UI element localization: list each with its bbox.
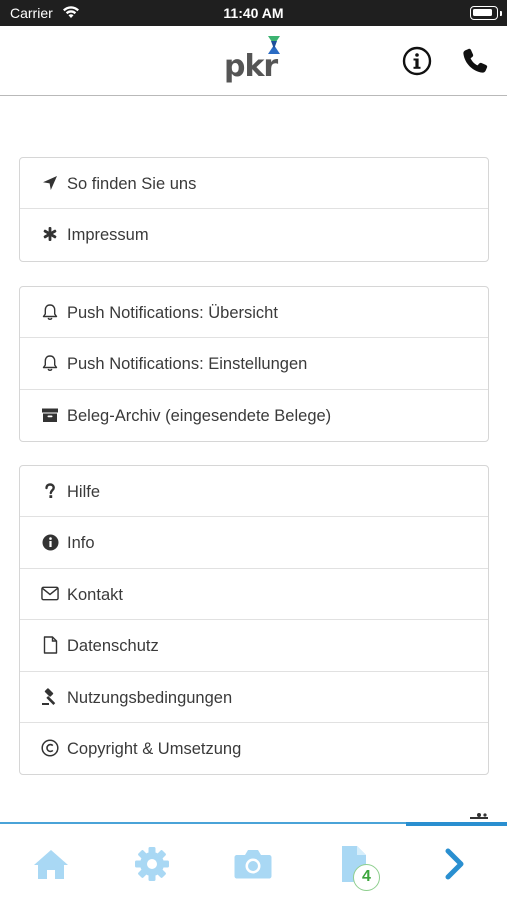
menu-item-copyright[interactable]: Copyright & Umsetzung bbox=[20, 723, 488, 774]
info-icon bbox=[41, 533, 59, 551]
menu-group-location: So finden Sie uns Impressum bbox=[19, 157, 489, 262]
menu-group-notifications: Push Notifications: Übersicht Push Notif… bbox=[19, 286, 489, 443]
archive-icon bbox=[41, 406, 59, 424]
bell-icon bbox=[41, 303, 59, 321]
gear-icon bbox=[135, 847, 169, 881]
menu-item-label: Impressum bbox=[67, 226, 149, 245]
progress-indicator bbox=[406, 822, 507, 826]
battery-icon bbox=[470, 6, 498, 20]
menu-item-push-einstellungen[interactable]: Push Notifications: Einstellungen bbox=[20, 338, 488, 390]
menu-item-label: Push Notifications: Übersicht bbox=[67, 304, 278, 322]
clock: 11:40 AM bbox=[223, 5, 284, 21]
menu-item-so-finden-sie-uns[interactable]: So finden Sie uns bbox=[20, 158, 488, 210]
asterisk-icon bbox=[41, 225, 59, 243]
envelope-icon bbox=[41, 585, 59, 603]
file-icon bbox=[41, 636, 59, 654]
phone-button[interactable] bbox=[460, 46, 490, 76]
menu-item-hilfe[interactable]: Hilfe bbox=[20, 466, 488, 518]
pkr-logo: pkr bbox=[224, 36, 288, 86]
menu-item-label: Push Notifications: Einstellungen bbox=[67, 355, 308, 374]
copyright-icon bbox=[41, 739, 59, 757]
camera-icon bbox=[234, 850, 272, 879]
menu-item-datenschutz[interactable]: Datenschutz bbox=[20, 620, 488, 672]
logo-text: pkr bbox=[224, 49, 278, 84]
phone-icon bbox=[463, 48, 488, 73]
menu-item-beleg-archiv[interactable]: Beleg-Archiv (eingesendete Belege) bbox=[20, 390, 488, 441]
location-arrow-icon bbox=[41, 174, 59, 192]
tab-settings[interactable] bbox=[132, 844, 172, 884]
menu-item-impressum[interactable]: Impressum bbox=[20, 209, 488, 260]
menu-item-label: Datenschutz bbox=[67, 637, 159, 656]
chevron-right-icon bbox=[445, 848, 464, 880]
handle-icon bbox=[470, 813, 488, 819]
menu-item-label: Hilfe bbox=[67, 483, 101, 501]
home-icon bbox=[34, 850, 68, 879]
nav-bar: pkr bbox=[0, 26, 507, 96]
menu-item-label: Info bbox=[67, 534, 95, 553]
tab-camera[interactable] bbox=[233, 844, 273, 884]
gavel-icon bbox=[41, 687, 59, 706]
menu-item-label: So finden Sie uns bbox=[67, 175, 197, 193]
tab-bar: 4 bbox=[0, 813, 507, 900]
menu-item-info[interactable]: Info bbox=[20, 517, 488, 569]
status-bar: Carrier 11:40 AM bbox=[0, 0, 507, 26]
tab-next[interactable] bbox=[435, 844, 475, 884]
menu-group-info: Hilfe Info Kontakt Datenschutz Nutzungsb… bbox=[19, 465, 489, 776]
menu-item-nutzungsbedingungen[interactable]: Nutzungsbedingungen bbox=[20, 672, 488, 723]
menu-content: So finden Sie uns Impressum Push Notific… bbox=[0, 96, 507, 822]
info-circle-icon bbox=[402, 46, 432, 76]
menu-item-push-uebersicht[interactable]: Push Notifications: Übersicht bbox=[20, 287, 488, 339]
menu-item-label: Copyright & Umsetzung bbox=[67, 739, 242, 758]
tab-home[interactable] bbox=[31, 844, 71, 884]
battery-tip bbox=[500, 11, 502, 16]
question-icon bbox=[41, 482, 59, 500]
menu-item-kontakt[interactable]: Kontakt bbox=[20, 569, 488, 621]
info-button[interactable] bbox=[402, 46, 432, 76]
menu-item-label: Beleg-Archiv (eingesendete Belege) bbox=[67, 406, 332, 425]
documents-count-badge: 4 bbox=[353, 864, 380, 891]
menu-item-label: Kontakt bbox=[67, 585, 123, 604]
menu-item-label: Nutzungsbedingungen bbox=[67, 688, 233, 707]
bell-icon bbox=[41, 354, 59, 372]
